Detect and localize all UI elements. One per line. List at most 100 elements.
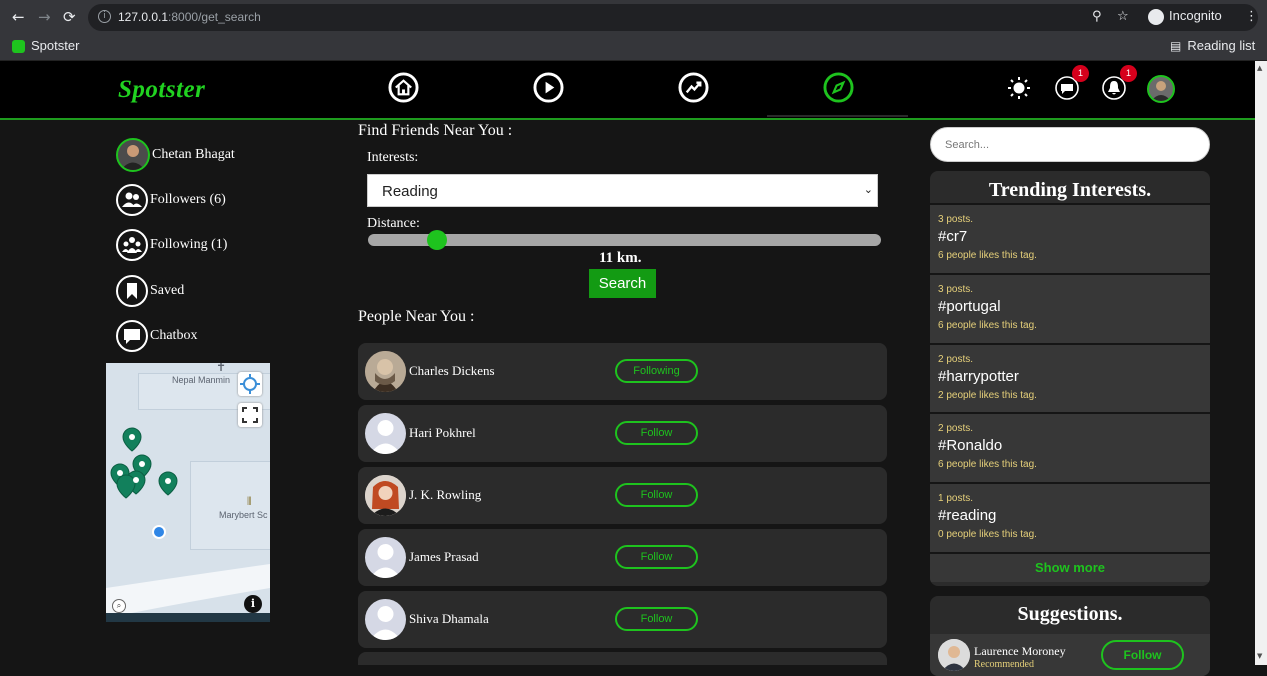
- follow-button[interactable]: Follow: [615, 421, 698, 445]
- nearby-map[interactable]: ✝ Nepal Manmin Marybert Sc ⫴ ⌕ i: [106, 363, 270, 622]
- interests-label: Interests:: [367, 150, 419, 165]
- bookmark-label: Spotster: [31, 38, 80, 53]
- bookmark-spotster[interactable]: Spotster: [12, 38, 80, 54]
- trend-tag: #portugal: [938, 298, 1001, 315]
- incognito-indicator[interactable]: Incognito: [1148, 8, 1222, 25]
- spotster-logo[interactable]: Spotster: [118, 76, 205, 104]
- menu-icon[interactable]: ⋮: [1245, 9, 1258, 24]
- forward-icon[interactable]: →: [38, 8, 51, 26]
- person-row[interactable]: J. K. Rowling Follow: [358, 467, 887, 524]
- person-name: Hari Pokhrel: [409, 425, 476, 440]
- follow-button[interactable]: Follow: [615, 545, 698, 569]
- fullscreen-icon: [242, 407, 258, 423]
- person-row[interactable]: Charles Dickens Following: [358, 343, 887, 400]
- trend-posts: 2 posts.: [938, 354, 974, 365]
- search-button[interactable]: Search: [589, 269, 656, 298]
- trend-posts: 1 posts.: [938, 493, 974, 504]
- location-icon[interactable]: ⚲: [1092, 9, 1102, 24]
- person-avatar: [365, 475, 406, 516]
- messages-badge: 1: [1072, 65, 1089, 82]
- url-path: :8000/get_search: [168, 10, 261, 24]
- map-zoom-icon[interactable]: ⌕: [112, 599, 126, 613]
- map-cross-icon: ✝: [216, 363, 227, 374]
- scroll-up-arrow[interactable]: ▲: [1257, 64, 1262, 72]
- person-name: J. K. Rowling: [409, 487, 482, 502]
- locate-icon: [240, 374, 260, 394]
- play-icon[interactable]: [533, 72, 564, 103]
- chat-icon: [116, 320, 148, 352]
- trending-item[interactable]: 2 posts. #Ronaldo 6 people likes this ta…: [930, 412, 1210, 482]
- person-avatar: [365, 599, 406, 640]
- sidebar-profile[interactable]: Chetan Bhagat: [116, 138, 235, 172]
- chatbox-label: Chatbox: [150, 328, 198, 343]
- following-button[interactable]: Following: [615, 359, 698, 383]
- saved-label: Saved: [150, 283, 185, 298]
- followers-label: Followers (6): [150, 192, 226, 207]
- trend-tag: #cr7: [938, 228, 968, 245]
- sidebar-item-chatbox[interactable]: Chatbox: [116, 319, 197, 353]
- suggestion-follow-button[interactable]: Follow: [1101, 640, 1184, 670]
- followers-icon: [116, 184, 148, 216]
- trend-likes: 2 people likes this tag.: [938, 390, 1037, 401]
- map-info-icon[interactable]: i: [244, 595, 262, 613]
- back-icon[interactable]: ←: [12, 8, 25, 26]
- page-scrollbar[interactable]: [1255, 61, 1267, 665]
- trending-title: Trending Interests.: [988, 179, 1152, 201]
- fullscreen-button[interactable]: [238, 403, 262, 427]
- person-row[interactable]: [358, 652, 887, 665]
- distance-slider-thumb[interactable]: [427, 230, 448, 250]
- person-row[interactable]: Hari Pokhrel Follow: [358, 405, 887, 462]
- follow-button[interactable]: Follow: [615, 607, 698, 631]
- url-host: 127.0.0.1: [118, 10, 169, 24]
- spotster-favicon: [12, 40, 25, 54]
- map-footer: [106, 613, 270, 622]
- interest-selected-value: Reading: [382, 183, 438, 200]
- reading-list-icon: ▤: [1170, 39, 1182, 53]
- browser-toolbar: ← → ⟳ i 127.0.0.1:8000/get_search ⚲ ☆ In…: [0, 0, 1267, 35]
- suggestion-avatar: [938, 639, 970, 671]
- theme-sun-icon[interactable]: [1007, 76, 1031, 100]
- map-label-marybert: Marybert Sc: [219, 510, 268, 520]
- sidebar-item-followers[interactable]: Followers (6): [116, 183, 226, 217]
- chevron-down-icon: ⌄: [863, 183, 873, 196]
- active-tab-indicator: [767, 115, 908, 117]
- search-input[interactable]: [930, 127, 1210, 162]
- suggestions-card: Suggestions. Laurence Moroney Recommende…: [930, 596, 1210, 676]
- person-row[interactable]: Shiva Dhamala Follow: [358, 591, 887, 648]
- incognito-label: Incognito: [1169, 8, 1222, 23]
- url-text[interactable]: 127.0.0.1:8000/get_search: [118, 10, 261, 24]
- bookmark-star-icon[interactable]: ☆: [1117, 9, 1129, 24]
- trending-item[interactable]: 3 posts. #cr7 6 people likes this tag.: [930, 203, 1210, 273]
- suggestion-name: Laurence Moroney: [974, 644, 1066, 658]
- address-bar[interactable]: [88, 4, 1258, 31]
- trend-tag: #harrypotter: [938, 368, 1019, 385]
- current-location-dot: [152, 525, 166, 539]
- sidebar-item-following[interactable]: Following (1): [116, 228, 227, 262]
- trend-posts: 2 posts.: [938, 423, 974, 434]
- scroll-down-arrow[interactable]: ▼: [1257, 652, 1262, 660]
- reload-icon[interactable]: ⟳: [63, 8, 76, 26]
- find-friends-title: Find Friends Near You :: [358, 122, 513, 139]
- sidebar-item-saved[interactable]: Saved: [116, 274, 184, 308]
- trending-item[interactable]: 3 posts. #portugal 6 people likes this t…: [930, 273, 1210, 343]
- user-name: Chetan Bhagat: [152, 147, 235, 162]
- trending-item[interactable]: 1 posts. #reading 0 people likes this ta…: [930, 482, 1210, 552]
- trending-icon[interactable]: [678, 72, 709, 103]
- trend-posts: 3 posts.: [938, 284, 974, 295]
- home-icon[interactable]: [388, 72, 419, 103]
- site-info-icon[interactable]: i: [98, 10, 111, 23]
- follow-button[interactable]: Follow: [615, 483, 698, 507]
- locate-me-button[interactable]: [238, 372, 262, 396]
- profile-avatar[interactable]: [1147, 75, 1175, 103]
- trending-item[interactable]: 2 posts. #harrypotter 2 people likes thi…: [930, 343, 1210, 413]
- person-name: Charles Dickens: [409, 363, 495, 378]
- show-more-button[interactable]: Show more: [930, 552, 1210, 582]
- person-row[interactable]: James Prasad Follow: [358, 529, 887, 586]
- user-avatar: [116, 138, 150, 172]
- compass-icon[interactable]: [823, 72, 854, 103]
- trend-likes: 6 people likes this tag.: [938, 250, 1037, 261]
- reading-list-button[interactable]: ▤ Reading list: [1170, 38, 1255, 53]
- interest-select[interactable]: Reading ⌄: [367, 174, 878, 207]
- suggestion-item[interactable]: Laurence Moroney Recommended Follow: [930, 634, 1210, 676]
- person-name: Shiva Dhamala: [409, 611, 489, 626]
